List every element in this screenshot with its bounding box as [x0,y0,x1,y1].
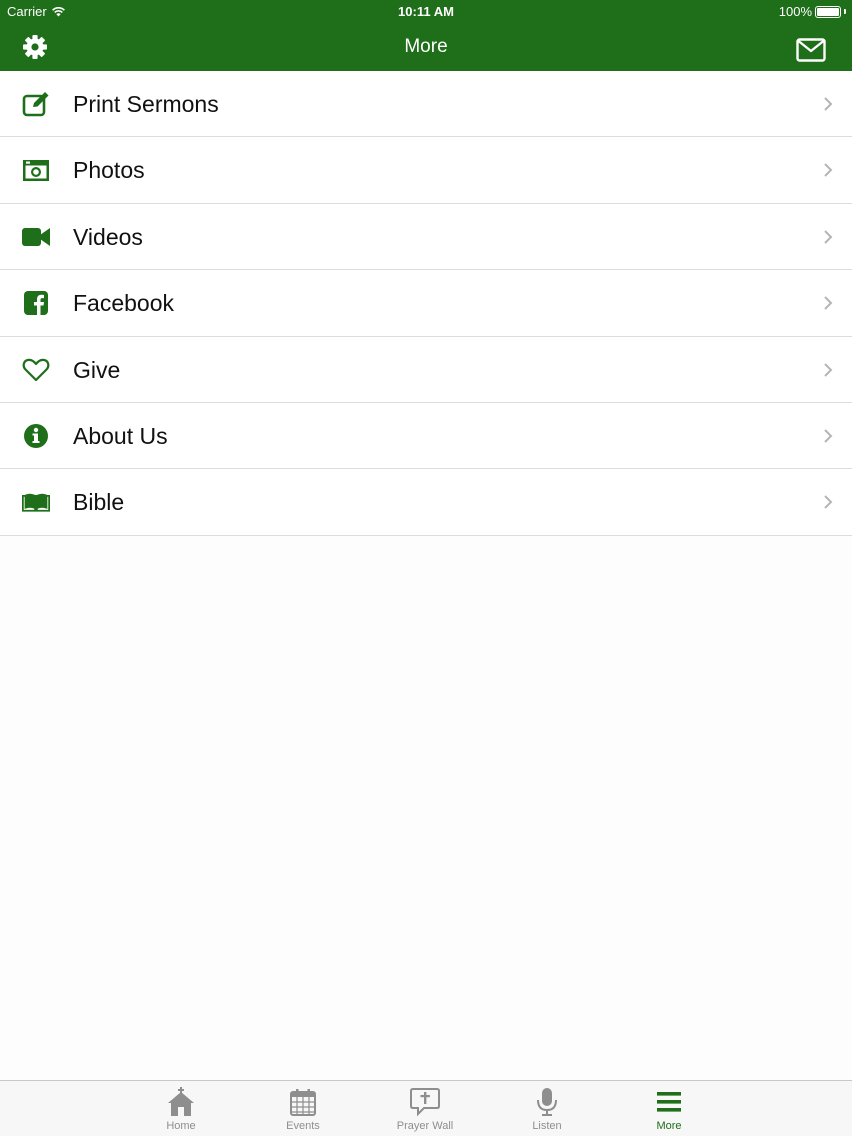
info-icon [22,422,50,450]
menu-item-label: Videos [73,223,143,250]
chevron-right-icon [824,296,833,310]
camera-icon [22,156,50,184]
status-bar: Carrier 10:11 AM 100% [0,0,852,24]
more-menu-list: Print Sermons Photos Videos Facebook Giv… [0,71,852,536]
battery-percent: 100% [778,4,812,19]
status-battery: 100% [779,4,846,19]
menu-item-videos[interactable]: Videos [0,203,852,271]
menu-item-label: Print Sermons [73,91,219,117]
prayer-bubble-icon [409,1086,441,1118]
book-icon [22,488,50,516]
menu-item-give[interactable]: Give [0,336,852,403]
menu-item-label: About Us [73,422,168,449]
menu-item-bible[interactable]: Bible [0,469,852,536]
page-title: More [404,36,448,57]
facebook-icon [22,289,50,317]
menu-item-label: Bible [73,489,125,516]
battery-icon [815,5,841,18]
tab-label: Events [286,1120,320,1132]
heart-icon [22,356,50,384]
tab-label: Home [166,1120,196,1132]
mail-button[interactable] [796,38,826,62]
status-time: 10:11 AM [398,4,454,19]
video-camera-icon [22,223,50,251]
calendar-icon [287,1086,319,1118]
tab-listen[interactable]: Listen [497,1081,597,1136]
church-icon [165,1086,197,1118]
app-header: Carrier 10:11 AM 100% More [0,0,852,71]
tab-home[interactable]: Home [131,1081,231,1136]
edit-icon [22,90,50,118]
envelope-icon [796,38,826,62]
chevron-right-icon [824,362,833,377]
menu-icon [653,1086,685,1118]
chevron-right-icon [824,163,833,178]
menu-item-print-sermons[interactable]: Print Sermons [0,71,852,138]
menu-item-about-us[interactable]: About Us [0,402,852,470]
chevron-right-icon [824,97,833,111]
menu-item-label: Give [73,356,121,383]
menu-item-label: Photos [73,157,145,184]
tab-prayer-wall[interactable]: Prayer Wall [375,1081,475,1136]
tab-bar: Home Events Prayer Wall Listen More [0,1080,852,1136]
tab-events[interactable]: Events [253,1081,353,1136]
menu-item-facebook[interactable]: Facebook [0,270,852,337]
tab-label: Prayer Wall [396,1120,454,1132]
menu-item-photos[interactable]: Photos [0,137,852,204]
tab-more[interactable]: More [619,1081,719,1136]
chevron-right-icon [824,429,833,443]
battery-tip [844,9,846,14]
menu-item-label: Facebook [73,290,175,317]
microphone-icon [531,1086,563,1118]
chevron-right-icon [824,495,833,510]
tab-label: Listen [532,1120,562,1132]
chevron-right-icon [824,230,833,244]
tab-label: More [656,1120,682,1132]
